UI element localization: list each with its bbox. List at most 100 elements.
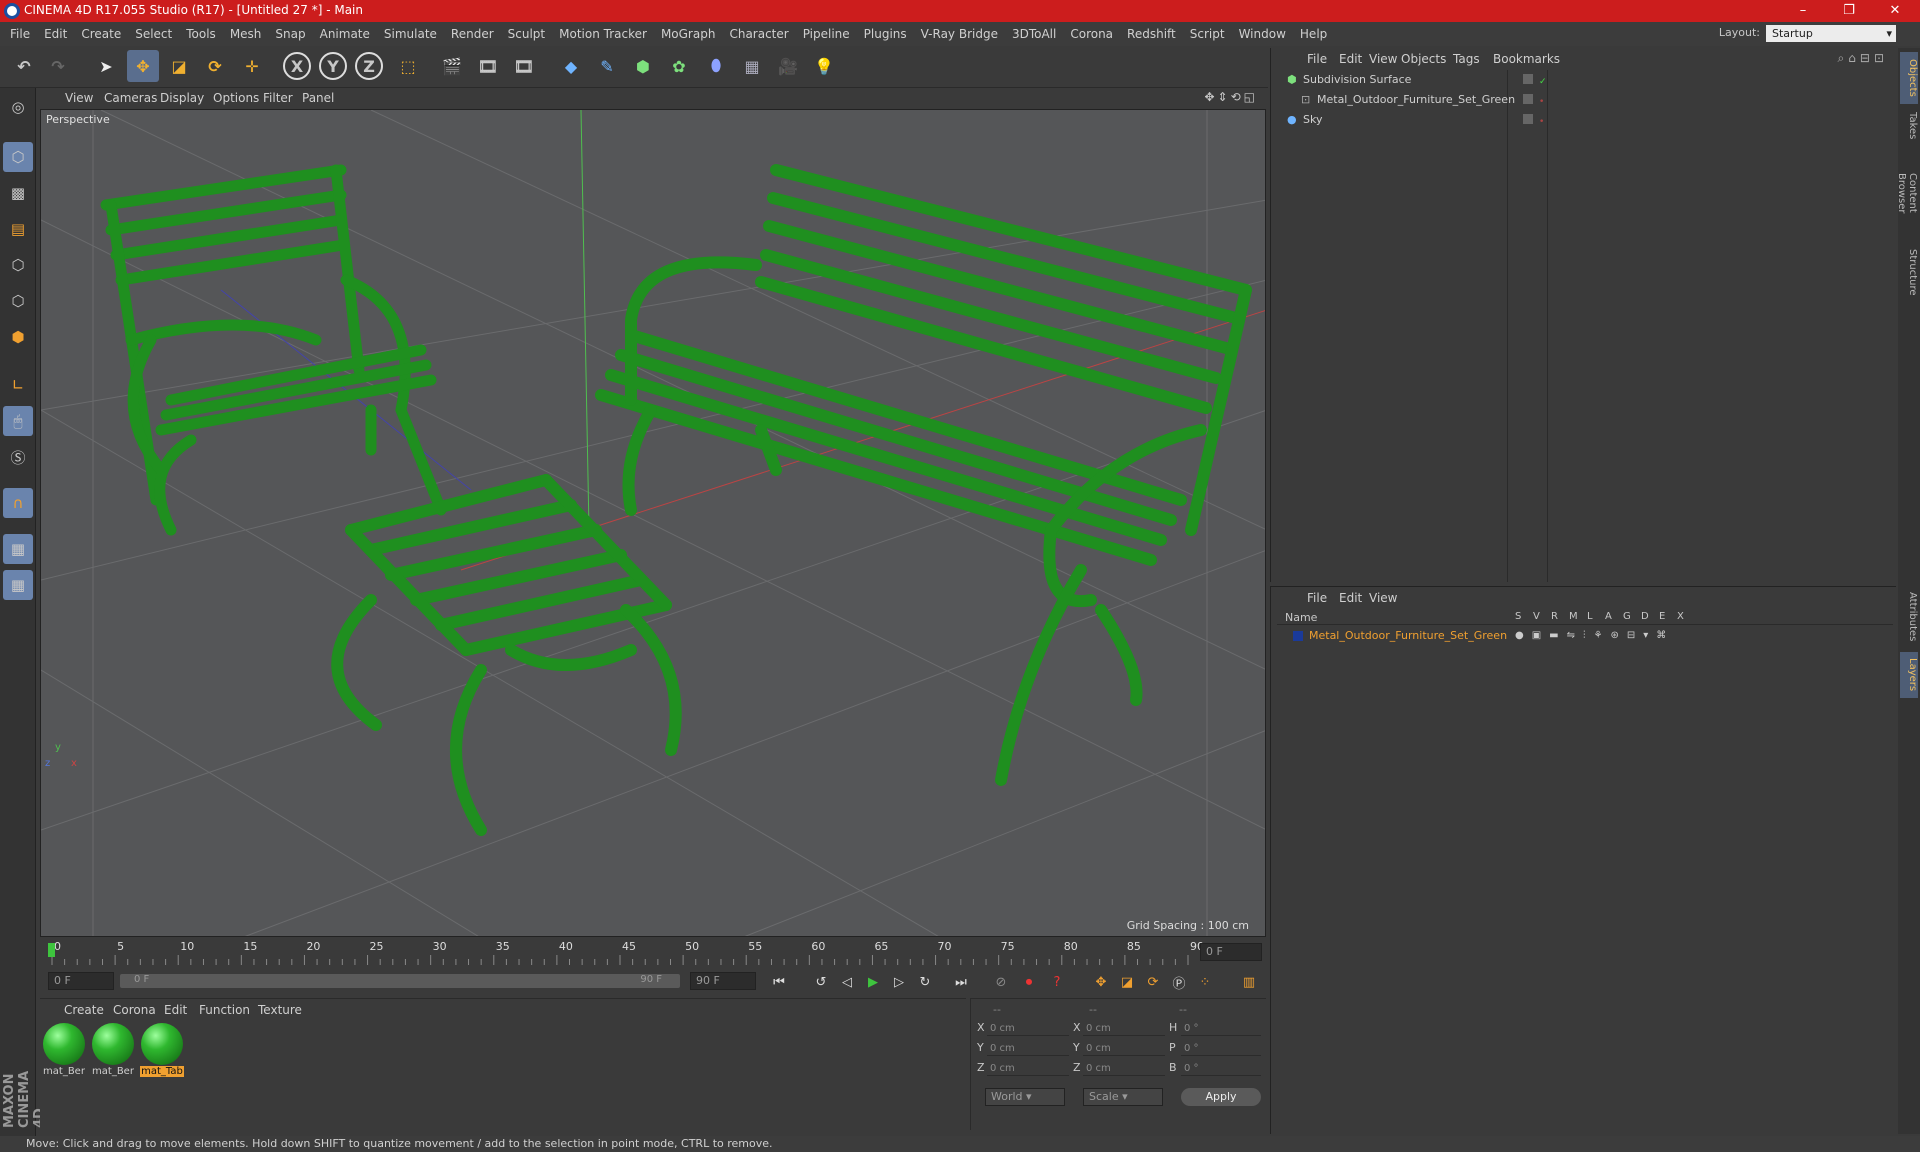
tweak-mode-button[interactable]: 🖱 <box>3 406 33 436</box>
object-menu-file[interactable]: File <box>1307 52 1327 66</box>
layer-column-header[interactable]: X <box>1677 611 1684 622</box>
viewport-menu-options[interactable]: Options <box>213 91 259 105</box>
add-light-button[interactable]: 💡 <box>808 50 840 82</box>
material-menu-function[interactable]: Function <box>199 1003 250 1017</box>
previous-key-button[interactable]: ↺ <box>810 972 832 992</box>
rotation-field[interactable]: 0 ° <box>1181 1041 1261 1056</box>
key-rotation-button[interactable]: ⟳ <box>1142 972 1164 992</box>
tab-objects[interactable]: Objects <box>1900 52 1918 104</box>
render-visibility-dot-icon[interactable]: • <box>1539 92 1544 112</box>
model-mode-button[interactable]: ⬡ <box>3 142 33 172</box>
size-field[interactable]: 0 cm <box>1083 1061 1165 1076</box>
editor-visibility-toggle[interactable] <box>1523 94 1533 104</box>
polygons-mode-button[interactable]: ⬢ <box>3 322 33 352</box>
end-frame-field[interactable]: 90 F <box>690 972 756 990</box>
layer-column-header[interactable]: D <box>1641 611 1649 622</box>
planar-workplane-button[interactable]: ▦ <box>3 570 33 600</box>
position-field[interactable]: 0 cm <box>987 1021 1069 1036</box>
material-item[interactable]: mat_Ber <box>42 1023 86 1081</box>
layer-row[interactable]: Metal_Outdoor_Furniture_Set_Green ●▣▬⇋⫶⚘⊛… <box>1277 627 1893 645</box>
maximize-button[interactable]: ❐ <box>1826 1 1872 21</box>
magnet-tool-button[interactable]: ∩ <box>3 488 33 518</box>
layer-column-header[interactable]: R <box>1551 611 1558 622</box>
workplane-mode-button[interactable]: ▤ <box>3 214 33 244</box>
keyframe-selection-button[interactable]: ? <box>1046 972 1068 992</box>
snap-toggle-button[interactable]: Ⓢ <box>3 442 33 472</box>
go-to-end-button[interactable]: ⏭ <box>950 972 972 992</box>
layout-select[interactable]: Startup ▾ <box>1766 25 1896 42</box>
layer-column-header[interactable]: L <box>1587 611 1593 622</box>
tab-attributes[interactable]: Attributes <box>1900 586 1918 648</box>
editor-visibility-toggle[interactable] <box>1523 74 1533 84</box>
select-tool-button[interactable]: ➤ <box>90 50 122 82</box>
layer-menu-view[interactable]: View <box>1369 591 1397 605</box>
menu-item-mograph[interactable]: MoGraph <box>654 22 723 46</box>
menu-item-v-ray-bridge[interactable]: V-Ray Bridge <box>914 22 1005 46</box>
material-menu-corona[interactable]: Corona <box>113 1003 156 1017</box>
viewport-menu-panel[interactable]: Panel <box>302 91 334 105</box>
menu-item-render[interactable]: Render <box>444 22 501 46</box>
redo-button[interactable]: ↷ <box>42 50 74 82</box>
coordinate-system-button[interactable]: ⬚ <box>392 50 424 82</box>
viewport-menu-view[interactable]: View <box>65 91 93 105</box>
position-field[interactable]: 0 cm <box>987 1041 1069 1056</box>
menu-item-edit[interactable]: Edit <box>37 22 74 46</box>
render-visibility-dot-icon[interactable]: ✓ <box>1539 72 1547 92</box>
rotation-field[interactable]: 0 ° <box>1181 1061 1261 1076</box>
material-item[interactable]: mat_Tab <box>140 1023 184 1081</box>
tab-layers[interactable]: Layers <box>1900 652 1918 698</box>
add-camera-button[interactable]: 🎥 <box>772 50 804 82</box>
menu-item-help[interactable]: Help <box>1293 22 1334 46</box>
add-pen-button[interactable]: ✎ <box>591 50 623 82</box>
viewport-nav-icons[interactable]: ✥⇕⟲◱ <box>1204 90 1258 104</box>
layer-menu-file[interactable]: File <box>1307 591 1327 605</box>
key-parameter-button[interactable]: Ⓟ <box>1168 972 1190 992</box>
layer-color-swatch[interactable] <box>1293 631 1303 641</box>
menu-item-plugins[interactable]: Plugins <box>857 22 914 46</box>
object-menu-edit[interactable]: Edit <box>1339 52 1362 66</box>
coordinate-mode-select[interactable]: World ▾ <box>985 1088 1065 1106</box>
apply-button[interactable]: Apply <box>1181 1088 1261 1106</box>
record-keys-button[interactable]: ⊘ <box>990 972 1012 992</box>
menu-item-3dtoall[interactable]: 3DToAll <box>1005 22 1063 46</box>
layer-column-header[interactable]: E <box>1659 611 1665 622</box>
playhead[interactable] <box>48 943 55 957</box>
key-scale-button[interactable]: ◪ <box>1116 972 1138 992</box>
menu-item-corona[interactable]: Corona <box>1063 22 1120 46</box>
axis-mode-button[interactable]: ∟ <box>3 370 33 400</box>
live-select-button[interactable]: ✛ <box>236 50 268 82</box>
frame-range-slider[interactable]: 0 F 90 F <box>120 974 680 988</box>
material-menu-edit[interactable]: Edit <box>164 1003 187 1017</box>
menu-item-select[interactable]: Select <box>128 22 179 46</box>
add-floor-button[interactable]: ▦ <box>736 50 768 82</box>
tab-content-browser[interactable]: Content Browser <box>1896 148 1918 238</box>
menu-item-script[interactable]: Script <box>1183 22 1232 46</box>
viewport-perspective[interactable]: y z x Perspective Grid Spacing : 100 cm <box>40 109 1266 937</box>
layer-column-header[interactable]: S <box>1515 611 1521 622</box>
move-tool-button[interactable]: ✥ <box>127 50 159 82</box>
points-mode-button[interactable]: ⬡ <box>3 250 33 280</box>
layer-column-header[interactable]: M <box>1569 611 1578 622</box>
rotation-field[interactable]: 0 ° <box>1181 1021 1261 1036</box>
timeline-window-button[interactable]: ▥ <box>1238 972 1260 992</box>
menu-item-create[interactable]: Create <box>74 22 128 46</box>
menu-item-simulate[interactable]: Simulate <box>377 22 444 46</box>
z-axis-button[interactable]: Z <box>355 52 383 80</box>
play-button[interactable]: ▶ <box>862 972 884 992</box>
object-menu-objects[interactable]: Objects <box>1401 52 1446 66</box>
material-menu-texture[interactable]: Texture <box>258 1003 302 1017</box>
menu-item-redshift[interactable]: Redshift <box>1120 22 1183 46</box>
material-item[interactable]: mat_Ber <box>91 1023 135 1081</box>
tab-structure[interactable]: Structure <box>1900 242 1918 302</box>
texture-mode-button[interactable]: ▩ <box>3 178 33 208</box>
menu-item-window[interactable]: Window <box>1232 22 1293 46</box>
menu-item-file[interactable]: File <box>3 22 37 46</box>
x-axis-button[interactable]: X <box>283 52 311 80</box>
menu-item-animate[interactable]: Animate <box>313 22 377 46</box>
editor-visibility-toggle[interactable] <box>1523 114 1533 124</box>
layer-column-header[interactable]: G <box>1623 611 1631 622</box>
key-pla-button[interactable]: ⁘ <box>1194 972 1216 992</box>
go-to-start-button[interactable]: ⏮ <box>768 972 790 992</box>
y-axis-button[interactable]: Y <box>319 52 347 80</box>
viewport-menu-filter[interactable]: Filter <box>263 91 293 105</box>
